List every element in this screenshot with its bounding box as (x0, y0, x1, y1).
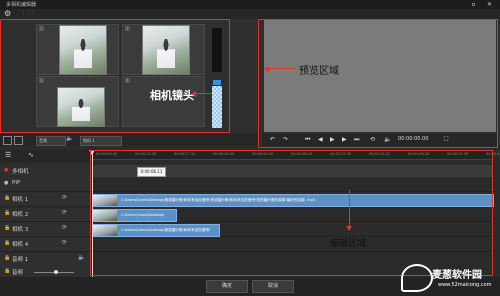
record-icon[interactable]: ● (4, 167, 8, 173)
grip-handle[interactable]: ⋮⋮⋮ (21, 10, 36, 16)
track-label: 相机 1 (12, 197, 29, 203)
watermark-url: www.52maicong.com (438, 282, 492, 288)
lock-icon[interactable]: 🔒 (4, 268, 10, 274)
watermark-logo-icon (401, 264, 433, 292)
track-header[interactable]: ● 多相机 (0, 165, 90, 179)
volume-slider[interactable] (34, 270, 74, 274)
volume-slider-knob[interactable] (54, 270, 58, 274)
track-label: PIP (12, 180, 21, 186)
track-label: 相机 3 (12, 227, 29, 233)
track-header[interactable]: 🔒 相机 3 ⟳ (0, 223, 90, 237)
lock-icon[interactable]: 🔒 (4, 210, 10, 216)
single-view-icon[interactable] (14, 136, 23, 145)
top-toolbar (0, 9, 500, 19)
speaker-icon[interactable]: 🔈 (66, 135, 73, 142)
sync-icon[interactable]: ⟳ (62, 239, 67, 246)
lock-icon[interactable]: 🔒 (4, 225, 10, 231)
speaker-icon[interactable]: 🔈 (78, 254, 85, 261)
track-header[interactable]: 🔒 相机 4 ⟳ (0, 238, 90, 252)
camera-select[interactable]: 相机 1 (80, 136, 122, 146)
title-bar (0, 0, 500, 9)
waveform-icon[interactable]: ∿ (28, 151, 34, 159)
track-label: 相机 4 (12, 242, 29, 248)
lock-icon[interactable]: 🔒 (4, 255, 10, 261)
sync-icon[interactable]: ⟳ (62, 209, 67, 216)
lock-icon[interactable]: 🔒 (4, 240, 10, 246)
ok-button[interactable]: 确定 (206, 280, 248, 293)
track-label: 相机 2 (12, 212, 29, 218)
gear-icon[interactable]: ⚙ (4, 9, 11, 18)
cancel-button[interactable]: 取消 (252, 280, 294, 293)
highlight-preview-region (258, 19, 498, 148)
track-header[interactable]: 🔒 相机 2 ⟳ (0, 208, 90, 222)
track-header[interactable]: 🔒 音频 1 🔈 (0, 253, 90, 267)
record-icon[interactable]: ● (4, 180, 8, 186)
highlight-edit-region (90, 150, 493, 276)
track-label: 音频 (12, 270, 24, 276)
grid-view-icon[interactable] (3, 136, 12, 145)
track-label: 多相机 (12, 169, 29, 175)
watermark-name: 麦葱软件园 (432, 270, 482, 281)
close-button[interactable]: ✕ (486, 1, 493, 8)
sync-icon[interactable]: ⟳ (62, 224, 67, 231)
timeline-toolbar (0, 150, 90, 162)
window-title: 多相机编辑器 (6, 2, 37, 8)
highlight-camera-region (0, 19, 230, 133)
lock-icon[interactable]: 🔒 (4, 195, 10, 201)
track-header[interactable]: ● PIP (0, 178, 90, 192)
sync-icon[interactable]: ⟳ (62, 194, 67, 201)
track-header[interactable]: 🔒 相机 1 ⟳ (0, 193, 90, 207)
audio-select[interactable]: 音频 (36, 136, 66, 146)
track-label: 音频 1 (12, 257, 29, 263)
timeline-settings-icon[interactable]: ☰ (5, 151, 11, 159)
minimize-button[interactable]: ▫ (470, 1, 477, 8)
